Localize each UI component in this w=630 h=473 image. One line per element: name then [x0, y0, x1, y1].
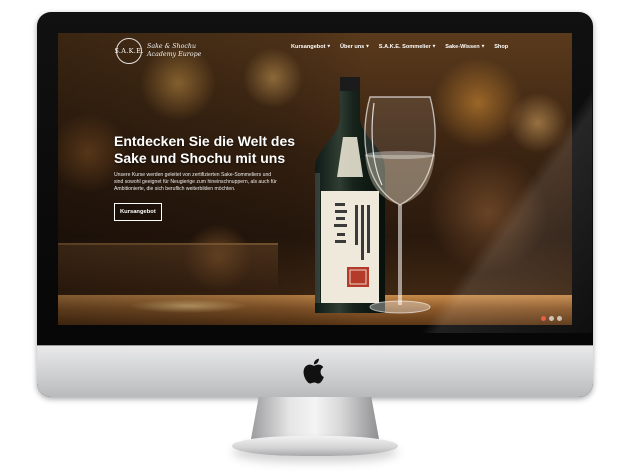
nav-item-label: Shop [494, 44, 509, 50]
chevron-down-icon: ▾ [432, 43, 436, 50]
logo-mark: S.A.K.E. [114, 38, 143, 64]
imac-stand-base [232, 436, 398, 456]
nav-item-shop[interactable]: Shop [494, 44, 508, 50]
nav-item-sake-sommelier[interactable]: S.A.K.E. Sommelier ▾ [378, 43, 436, 51]
logo-line-1: Sake & Shochu [147, 43, 197, 50]
hero-text-line-1: Unsere Kurse werden geleitet von zertifi… [114, 172, 272, 178]
hero-text-line-3: Ambitionierte, die sich beruflich weiter… [114, 186, 236, 193]
main-navigation: Kursangebot ▾ Über uns ▾ S.A.K.E. Sommel… [291, 43, 508, 51]
nav-item-label: Kursangebot [291, 44, 326, 50]
slider-dot-1[interactable] [541, 316, 546, 321]
logo-line-2: Academy Europe [147, 51, 202, 58]
nav-item-sake-wissen[interactable]: Sake-Wissen ▾ [445, 43, 485, 51]
hero-title-line-2: Sake und Shochu mit uns [114, 150, 286, 166]
chevron-down-icon: ▾ [366, 43, 369, 50]
chevron-down-icon: ▾ [481, 43, 485, 50]
nav-item-label: Sake-Wissen [445, 44, 480, 50]
kursangebot-button[interactable]: Kursangebot [114, 203, 162, 221]
website-screen: S.A.K.E. Sake & Shochu Academy Europe Ku… [58, 33, 572, 325]
wine-glass-image [364, 96, 436, 314]
imac-stand [251, 397, 379, 439]
slider-dot-3[interactable] [557, 316, 562, 321]
hero-text-line-2: sind sowohl geeignet für Neugierige zum … [114, 179, 277, 186]
slider-pagination [541, 316, 562, 321]
apple-icon [303, 358, 324, 384]
site-logo[interactable]: S.A.K.E. Sake & Shochu Academy Europe [114, 38, 201, 64]
hero-title: Entdecken Sie die Welt des Sake und Shoc… [114, 133, 334, 167]
hero-title-line-1: Entdecken Sie die Welt des [114, 133, 296, 149]
nav-item-ueber-uns[interactable]: Über uns ▾ [340, 43, 369, 51]
slider-dot-2[interactable] [549, 316, 554, 321]
chevron-down-icon: ▾ [327, 43, 331, 50]
hero-description: Unsere Kurse werden geleitet von zertifi… [114, 172, 314, 194]
nav-item-label: Über uns [340, 44, 365, 50]
nav-item-kursangebot[interactable]: Kursangebot ▾ [291, 43, 331, 51]
nav-item-label: S.A.K.E. Sommelier [378, 44, 431, 50]
logo-text: Sake & Shochu Academy Europe [147, 43, 201, 59]
